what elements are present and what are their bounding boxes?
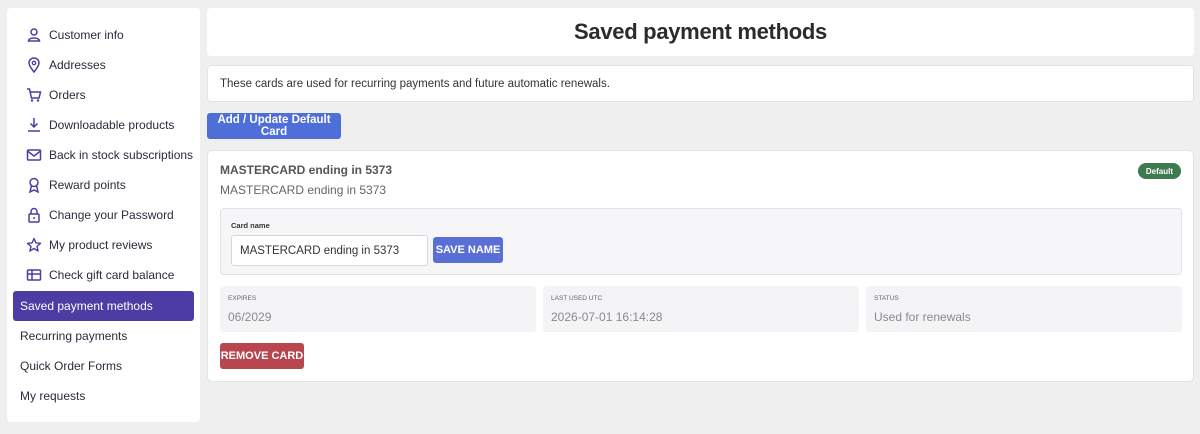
sidebar-item-customer-info[interactable]: Customer info [13,20,194,50]
card-name-label: Card name [231,221,270,230]
sidebar-item-label: Downloadable products [49,118,175,132]
sidebar-item-change-password[interactable]: Change your Password [13,200,194,230]
mail-icon [26,147,42,163]
card-subtitle: MASTERCARD ending in 5373 [220,183,387,197]
sidebar-item-label: Reward points [49,178,126,192]
sidebar-item-label: Addresses [49,58,106,72]
sidebar-item-orders[interactable]: Orders [13,80,194,110]
sidebar-item-gift-card-balance[interactable]: Check gift card balance [13,260,194,290]
stat-label: EXPIRES [228,295,257,302]
stat-value: Used for renewals [874,310,971,324]
sidebar-item-reward-points[interactable]: Reward points [13,170,194,200]
saved-card: MASTERCARD ending in 5373 MASTERCARD end… [207,150,1194,382]
stat-value: 06/2029 [228,310,272,324]
sidebar-item-label: Quick Order Forms [20,359,123,373]
stat-label: STATUS [874,295,899,302]
sidebar-item-label: Orders [49,88,86,102]
sidebar-item-saved-payment-methods[interactable]: Saved payment methods [13,291,194,321]
sidebar-item-label: Check gift card balance [49,268,175,282]
expires-stat: EXPIRES 06/2029 [220,286,536,332]
card-title: MASTERCARD ending in 5373 [220,163,393,177]
sidebar-item-label: My product reviews [49,238,153,252]
sidebar-item-label: My requests [20,389,86,403]
sidebar-item-label: Recurring payments [20,329,128,343]
last-used-stat: LAST USED UTC 2026-07-01 16:14:28 [543,286,859,332]
page-title: Saved payment methods [574,19,827,44]
info-text: These cards are used for recurring payme… [220,77,610,90]
lock-icon [26,207,42,223]
remove-card-button[interactable]: REMOVE CARD [220,343,304,369]
info-notice: These cards are used for recurring payme… [207,65,1194,102]
sidebar-item-label: Change your Password [49,208,174,222]
card-name-input[interactable] [231,235,428,266]
sidebar-item-back-in-stock[interactable]: Back in stock subscriptions [13,140,194,170]
user-icon [26,27,42,43]
map-pin-icon [26,57,42,73]
sidebar-item-label: Customer info [49,28,124,42]
stat-value: 2026-07-01 16:14:28 [551,310,663,324]
gift-card-icon [26,267,42,283]
sidebar-item-quick-order-forms[interactable]: Quick Order Forms [13,351,194,381]
stat-label: LAST USED UTC [551,295,603,302]
cart-icon [26,87,42,103]
account-sidebar: Customer info Addresses Orders Downloada… [7,8,200,422]
sidebar-item-recurring-payments[interactable]: Recurring payments [13,321,194,351]
card-name-panel: Card name SAVE NAME [220,208,1182,275]
sidebar-item-downloadable-products[interactable]: Downloadable products [13,110,194,140]
add-update-default-card-button[interactable]: Add / Update Default Card [207,113,341,139]
award-icon [26,177,42,193]
sidebar-item-label: Saved payment methods [20,299,153,313]
default-badge: Default [1137,163,1181,179]
status-stat: STATUS Used for renewals [866,286,1182,332]
download-icon [26,117,42,133]
save-name-button[interactable]: SAVE NAME [433,237,503,263]
star-icon [26,237,42,253]
sidebar-item-addresses[interactable]: Addresses [13,50,194,80]
page-header: Saved payment methods [207,8,1194,56]
sidebar-item-my-requests[interactable]: My requests [13,381,194,411]
sidebar-item-product-reviews[interactable]: My product reviews [13,230,194,260]
sidebar-item-label: Back in stock subscriptions [49,148,194,162]
